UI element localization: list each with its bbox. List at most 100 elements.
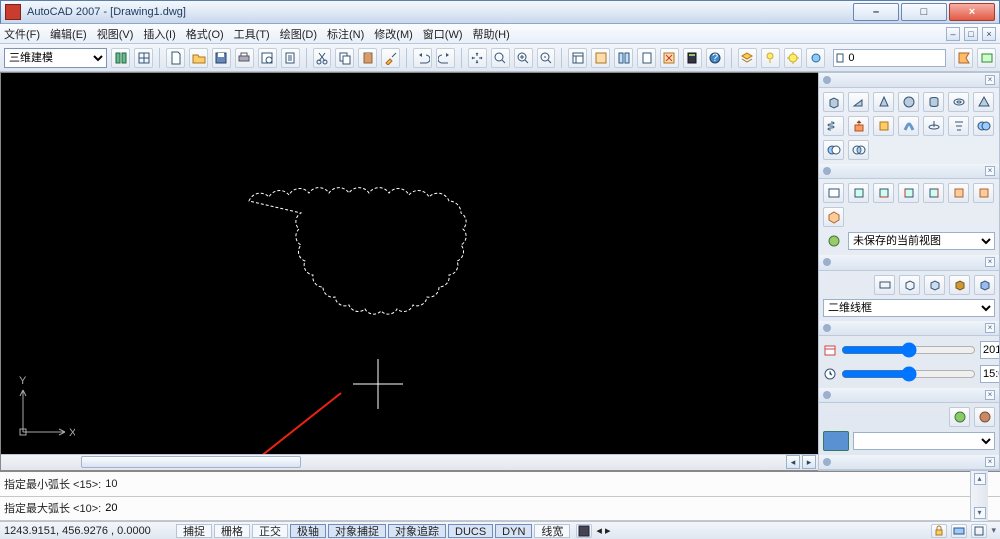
box-icon[interactable] xyxy=(823,92,844,112)
menu-file[interactable]: 文件(F) xyxy=(4,26,40,42)
model-paper-icon[interactable] xyxy=(576,524,592,538)
view-left-icon[interactable] xyxy=(898,183,919,203)
menu-insert[interactable]: 插入(I) xyxy=(143,26,175,42)
named-view-icon[interactable] xyxy=(823,183,844,203)
palette-close-icon[interactable]: × xyxy=(985,390,995,400)
date-slider[interactable] xyxy=(841,343,976,357)
menu-draw[interactable]: 绘图(D) xyxy=(280,26,317,42)
polar-toggle[interactable]: 极轴 xyxy=(290,524,326,538)
mdi-minimize-button[interactable]: – xyxy=(946,27,960,41)
palette-close-icon[interactable]: × xyxy=(985,257,995,267)
osnap-toggle[interactable]: 对象捕捉 xyxy=(328,524,386,538)
saved-view-dropdown[interactable]: 未保存的当前视图 xyxy=(848,232,995,250)
layer-dropdown[interactable]: 0 xyxy=(833,49,946,67)
material-attach-icon[interactable] xyxy=(974,407,995,427)
menu-edit[interactable]: 编辑(E) xyxy=(50,26,87,42)
menu-window[interactable]: 窗口(W) xyxy=(423,26,463,42)
view-front-icon[interactable] xyxy=(948,183,969,203)
palette-header[interactable]: × xyxy=(819,73,999,88)
date-field[interactable] xyxy=(980,341,1000,359)
loft-icon[interactable] xyxy=(948,116,969,136)
tool-palettes-icon2[interactable] xyxy=(614,48,633,68)
match-prop-icon[interactable] xyxy=(381,48,400,68)
lwt-toggle[interactable]: 线宽 xyxy=(534,524,570,538)
ortho-toggle[interactable]: 正交 xyxy=(252,524,288,538)
view-bottom-icon[interactable] xyxy=(873,183,894,203)
palette-close-icon[interactable]: × xyxy=(985,166,995,176)
window-maximize-button[interactable]: □ xyxy=(901,3,947,21)
window-close-button[interactable]: × xyxy=(949,3,995,21)
scroll-up-icon[interactable]: ▴ xyxy=(974,473,986,485)
plot-preview-icon[interactable] xyxy=(258,48,277,68)
menu-tools[interactable]: 工具(T) xyxy=(234,26,270,42)
help-icon[interactable]: ? xyxy=(706,48,725,68)
menu-help[interactable]: 帮助(H) xyxy=(473,26,510,42)
torus-icon[interactable] xyxy=(948,92,969,112)
menu-modify[interactable]: 修改(M) xyxy=(374,26,413,42)
command-scrollbar[interactable]: ▴ ▾ xyxy=(970,471,988,521)
workspace-dropdown[interactable]: 三维建模 xyxy=(4,48,107,68)
save-file-icon[interactable] xyxy=(212,48,231,68)
ducs-toggle[interactable]: DUCS xyxy=(448,524,493,538)
properties-icon[interactable] xyxy=(568,48,587,68)
mdi-maximize-button[interactable]: □ xyxy=(964,27,978,41)
sweep-icon[interactable] xyxy=(898,116,919,136)
vs-conceptual-icon[interactable] xyxy=(974,275,995,295)
palette-close-icon[interactable]: × xyxy=(985,323,995,333)
menu-dimension[interactable]: 标注(N) xyxy=(327,26,364,42)
new-file-icon[interactable] xyxy=(166,48,185,68)
cylinder-icon[interactable] xyxy=(923,92,944,112)
command-input[interactable] xyxy=(105,502,996,514)
palette-header[interactable]: × xyxy=(819,455,999,470)
revolve-icon[interactable] xyxy=(923,116,944,136)
menu-format[interactable]: 格式(O) xyxy=(186,26,224,42)
vs-3dwire-icon[interactable] xyxy=(899,275,920,295)
palette-close-icon[interactable]: × xyxy=(985,75,995,85)
view-back-icon[interactable] xyxy=(973,183,994,203)
layer-properties-icon[interactable] xyxy=(738,48,757,68)
scroll-right-icon[interactable]: ▸ xyxy=(802,455,816,469)
redo-icon[interactable] xyxy=(436,48,455,68)
extrude-icon[interactable] xyxy=(848,116,869,136)
tray-lock-icon[interactable] xyxy=(931,524,947,538)
tray-comm-icon[interactable] xyxy=(951,524,967,538)
palette-header[interactable]: × xyxy=(819,321,999,336)
zoom-window-icon[interactable] xyxy=(514,48,533,68)
material-create-icon[interactable] xyxy=(949,407,970,427)
design-center-icon[interactable] xyxy=(134,48,153,68)
vs-hidden-icon[interactable] xyxy=(924,275,945,295)
view-right-icon[interactable] xyxy=(923,183,944,203)
dyn-toggle[interactable]: DYN xyxy=(495,524,532,538)
wedge-icon[interactable] xyxy=(848,92,869,112)
subtract-icon[interactable] xyxy=(823,140,844,160)
undo-icon[interactable] xyxy=(413,48,432,68)
union-icon[interactable] xyxy=(973,116,994,136)
sheet-set-icon[interactable] xyxy=(637,48,656,68)
print-icon[interactable] xyxy=(235,48,254,68)
cone-icon[interactable] xyxy=(873,92,894,112)
palette-header[interactable]: × xyxy=(819,388,999,403)
tray-chevron[interactable]: ▾ xyxy=(991,525,996,536)
view-top-icon[interactable] xyxy=(848,183,869,203)
copy-icon[interactable] xyxy=(335,48,354,68)
scroll-left-icon[interactable]: ◂ xyxy=(786,455,800,469)
otrack-toggle[interactable]: 对象追踪 xyxy=(388,524,446,538)
window-minimize-button[interactable]: – xyxy=(853,3,899,21)
visual-style-dropdown[interactable]: 二维线框 xyxy=(823,299,995,317)
cut-icon[interactable] xyxy=(313,48,332,68)
sphere-icon[interactable] xyxy=(898,92,919,112)
grid-toggle[interactable]: 栅格 xyxy=(214,524,250,538)
pan-icon[interactable] xyxy=(468,48,487,68)
open-file-icon[interactable] xyxy=(189,48,208,68)
zoom-previous-icon[interactable] xyxy=(537,48,556,68)
intersect-icon[interactable] xyxy=(848,140,869,160)
command-input-line[interactable]: 指定最大弧长 <10>: xyxy=(0,497,1000,522)
palette-close-icon[interactable]: × xyxy=(985,457,995,467)
layer-freeze-icon[interactable] xyxy=(784,48,803,68)
standards-icon[interactable] xyxy=(954,48,973,68)
design-center-icon2[interactable] xyxy=(591,48,610,68)
presspull-icon[interactable] xyxy=(873,116,894,136)
vs-realistic-icon[interactable] xyxy=(949,275,970,295)
horizontal-scrollbar[interactable]: ◂ ▸ xyxy=(1,454,818,470)
palette-header[interactable]: × xyxy=(819,255,999,270)
